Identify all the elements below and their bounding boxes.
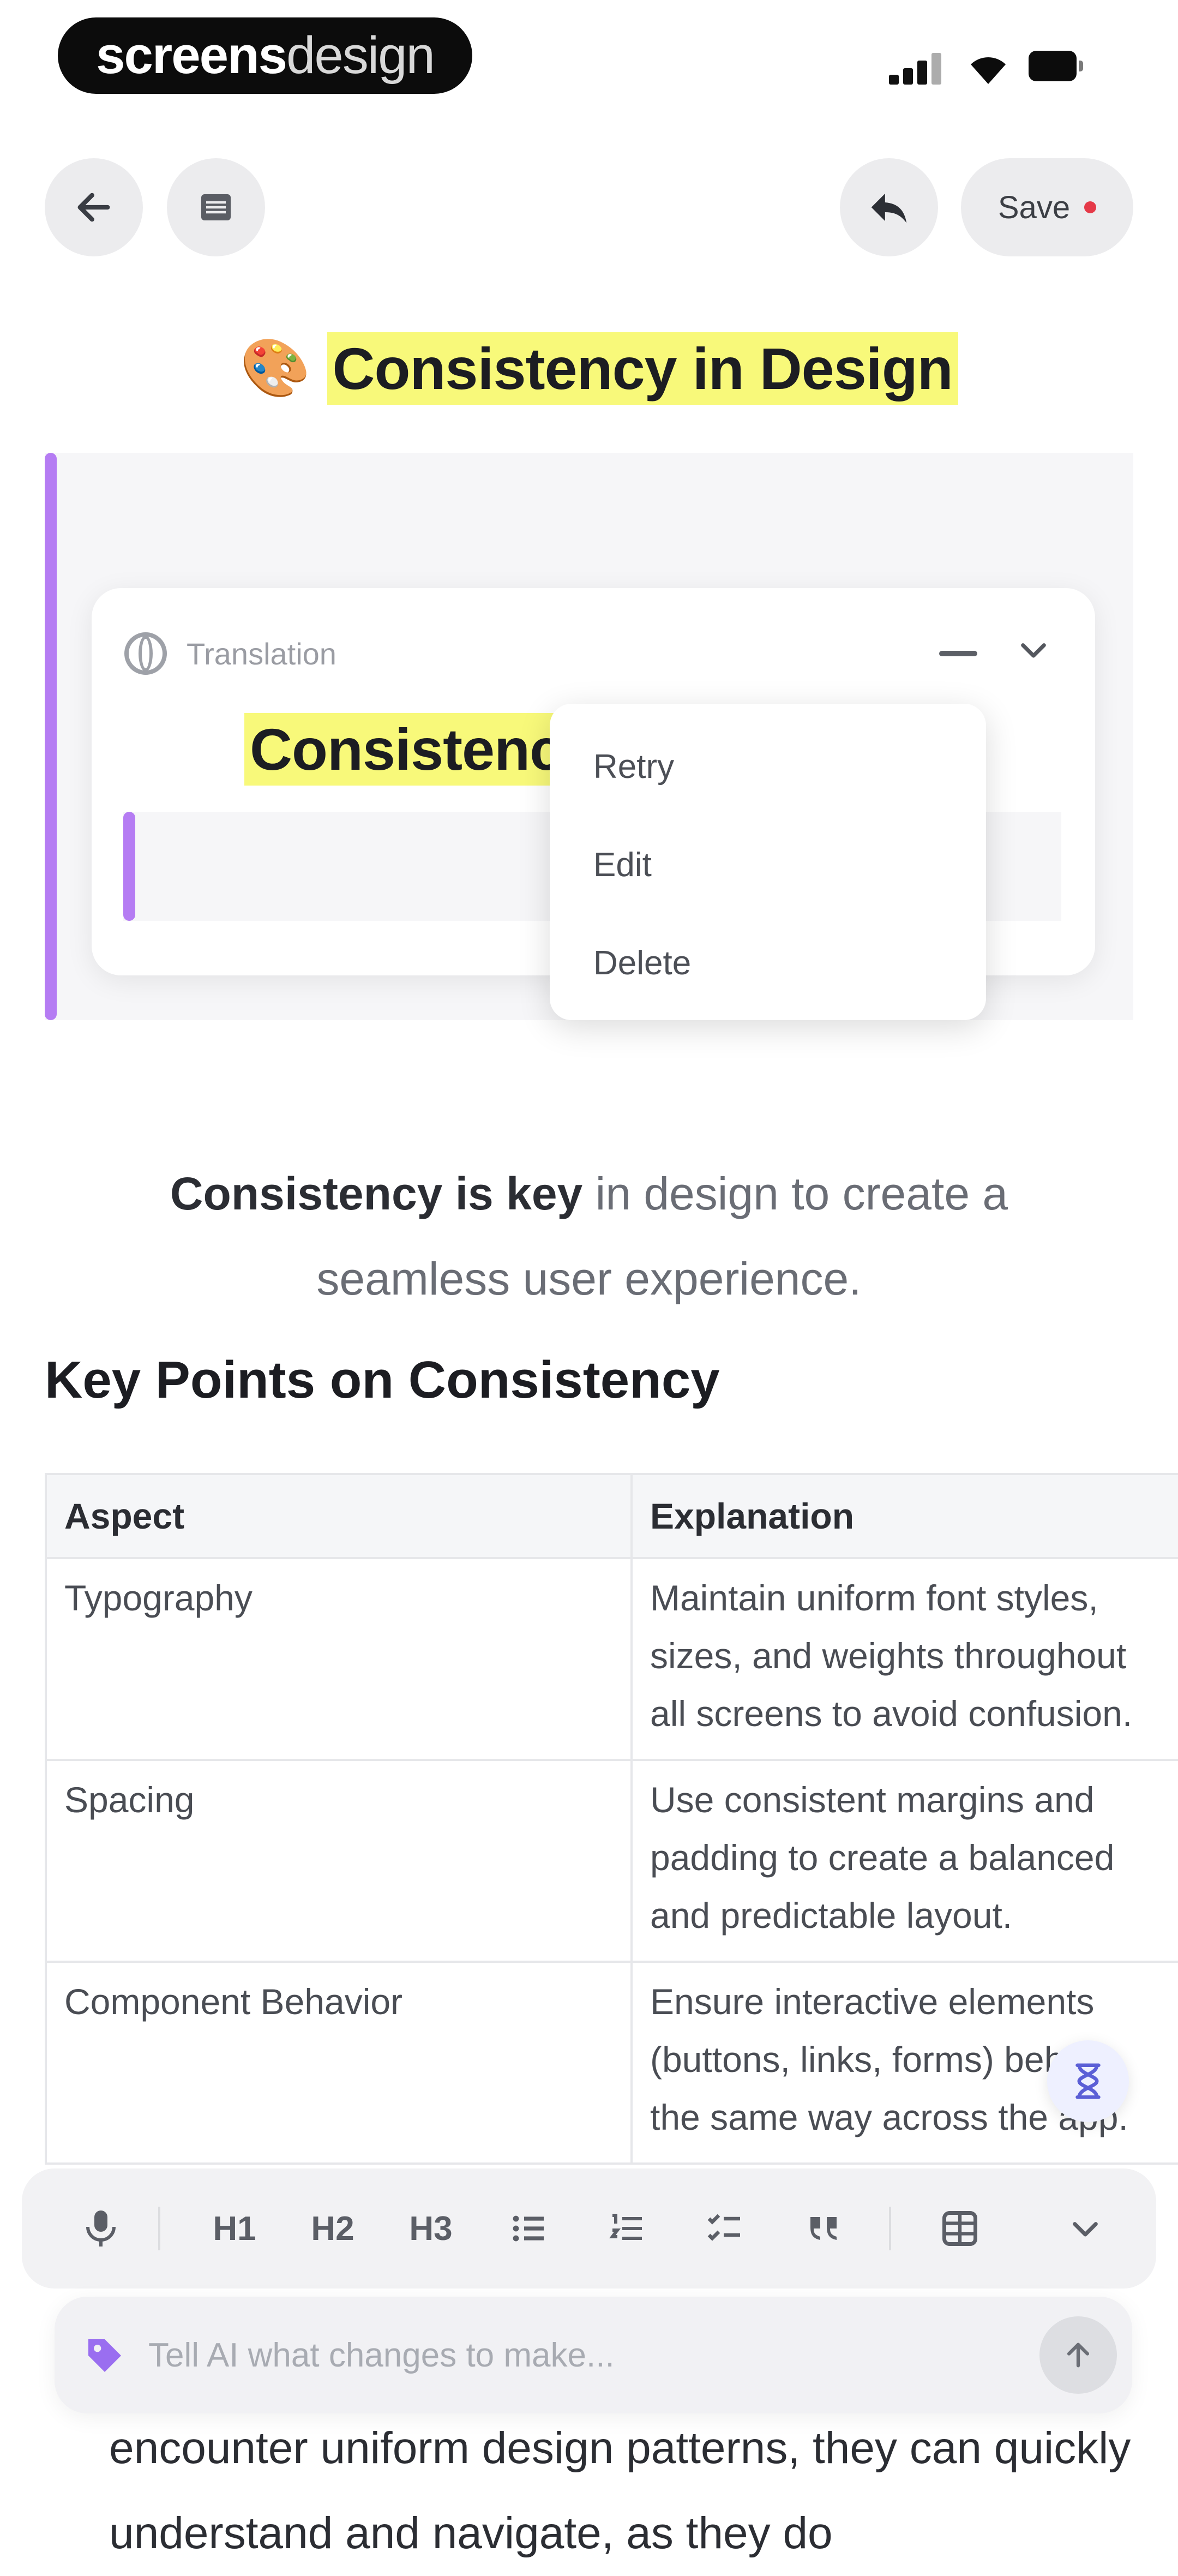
ai-prompt-box [55,2297,1132,2413]
menu-item-retry[interactable]: Retry [593,736,674,796]
save-button-label: Save [997,189,1071,225]
brand-logo: screens design [58,17,472,94]
reply-icon [871,193,907,223]
checklist-button[interactable] [687,2168,764,2289]
toolbar-divider [889,2207,891,2250]
signal-icon [889,52,941,85]
list-icon [201,194,231,220]
brand-logo-part2: design [286,26,435,85]
quote-button[interactable] [785,2168,862,2289]
table-header-aspect: Aspect [46,1474,633,1559]
heading-1-button[interactable]: H1 [196,2168,273,2289]
translation-header: Translation [124,632,336,675]
table-cell-aspect: Typography [46,1558,633,1761]
bullet-list-button[interactable] [491,2168,567,2289]
table-cell-explanation: Maintain uniform font styles, sizes, and… [632,1558,1178,1761]
table-cell-aspect: Component Behavior [46,1962,633,2165]
translation-label: Translation [187,636,336,671]
translation-title: Consistenc [244,708,568,790]
table-header-row: Aspect Explanation [46,1474,1178,1559]
heading-3-label: H3 [409,2209,453,2248]
send-button[interactable] [1039,2316,1117,2394]
lead-bold: Consistency is key [170,1168,583,1219]
hourglass-icon [1075,2063,1101,2099]
translation-title-text: Consistenc [244,712,568,786]
minimize-icon[interactable] [939,651,977,656]
table-cell-aspect: Spacing [46,1760,633,1963]
quote-accent-bar [45,453,57,1020]
table-button[interactable] [922,2168,998,2289]
palette-emoji-icon: 🎨 [240,337,311,400]
quote-icon [810,2217,837,2240]
lead-paragraph: Consistency is key in design to create a… [98,1151,1080,1321]
body-paragraph: encounter uniform design patterns, they … [109,2423,1131,2558]
toolbar-expand-button[interactable] [1047,2168,1123,2289]
unsaved-indicator-dot [1084,201,1097,213]
table-row: Spacing Use consistent margins and paddi… [46,1760,1178,1963]
context-menu: Retry Edit Delete [550,704,986,1020]
chevron-down-icon[interactable] [1015,632,1051,676]
page-title: Consistency in Design [327,332,958,405]
hourglass-button[interactable] [1047,2040,1129,2122]
heading-1-label: H1 [213,2209,256,2248]
arrow-up-icon [1067,2343,1090,2368]
status-bar: screens design [0,0,1178,125]
checklist-icon [707,2214,740,2241]
chevron-down-icon [1073,2222,1098,2237]
document-list-button[interactable] [167,158,265,256]
toolbar-divider [158,2207,160,2250]
tag-icon [88,2339,121,2372]
battery-icon [1029,51,1083,81]
heading-3-button[interactable]: H3 [393,2168,469,2289]
microphone-button[interactable] [55,2168,147,2289]
arrow-left-icon [77,193,110,222]
translation-quote-accent-bar [123,812,135,921]
save-button[interactable]: Save [961,158,1133,256]
section-heading: Key Points on Consistency [45,1351,720,1409]
bullet-list-icon [513,2215,544,2242]
document-title[interactable]: 🎨 Consistency in Design [240,327,958,409]
wifi-icon [971,57,1006,84]
microphone-icon [86,2210,116,2246]
formatting-toolbar: H1 H2 H3 [22,2168,1156,2289]
menu-item-delete[interactable]: Delete [593,933,691,993]
heading-2-label: H2 [311,2209,354,2248]
table-cell-explanation: Use consistent margins and padding to cr… [632,1760,1178,1963]
table-icon [942,2211,977,2246]
table-row: Typography Maintain uniform font styles,… [46,1558,1178,1761]
reply-button[interactable] [840,158,938,256]
brand-logo-part1: screens [96,26,287,85]
globe-icon [124,632,167,675]
back-button[interactable] [45,158,143,256]
ai-prompt-input[interactable] [147,2325,965,2385]
heading-2-button[interactable]: H2 [294,2168,371,2289]
table-row: Component Behavior Ensure interactive el… [46,1962,1178,2165]
consistency-table: Aspect Explanation Typography Maintain u… [45,1473,1178,2165]
menu-item-edit[interactable]: Edit [593,835,652,895]
numbered-list-button[interactable] [589,2168,665,2289]
numbered-list-icon [609,2214,642,2240]
table-header-explanation: Explanation [632,1474,1178,1559]
